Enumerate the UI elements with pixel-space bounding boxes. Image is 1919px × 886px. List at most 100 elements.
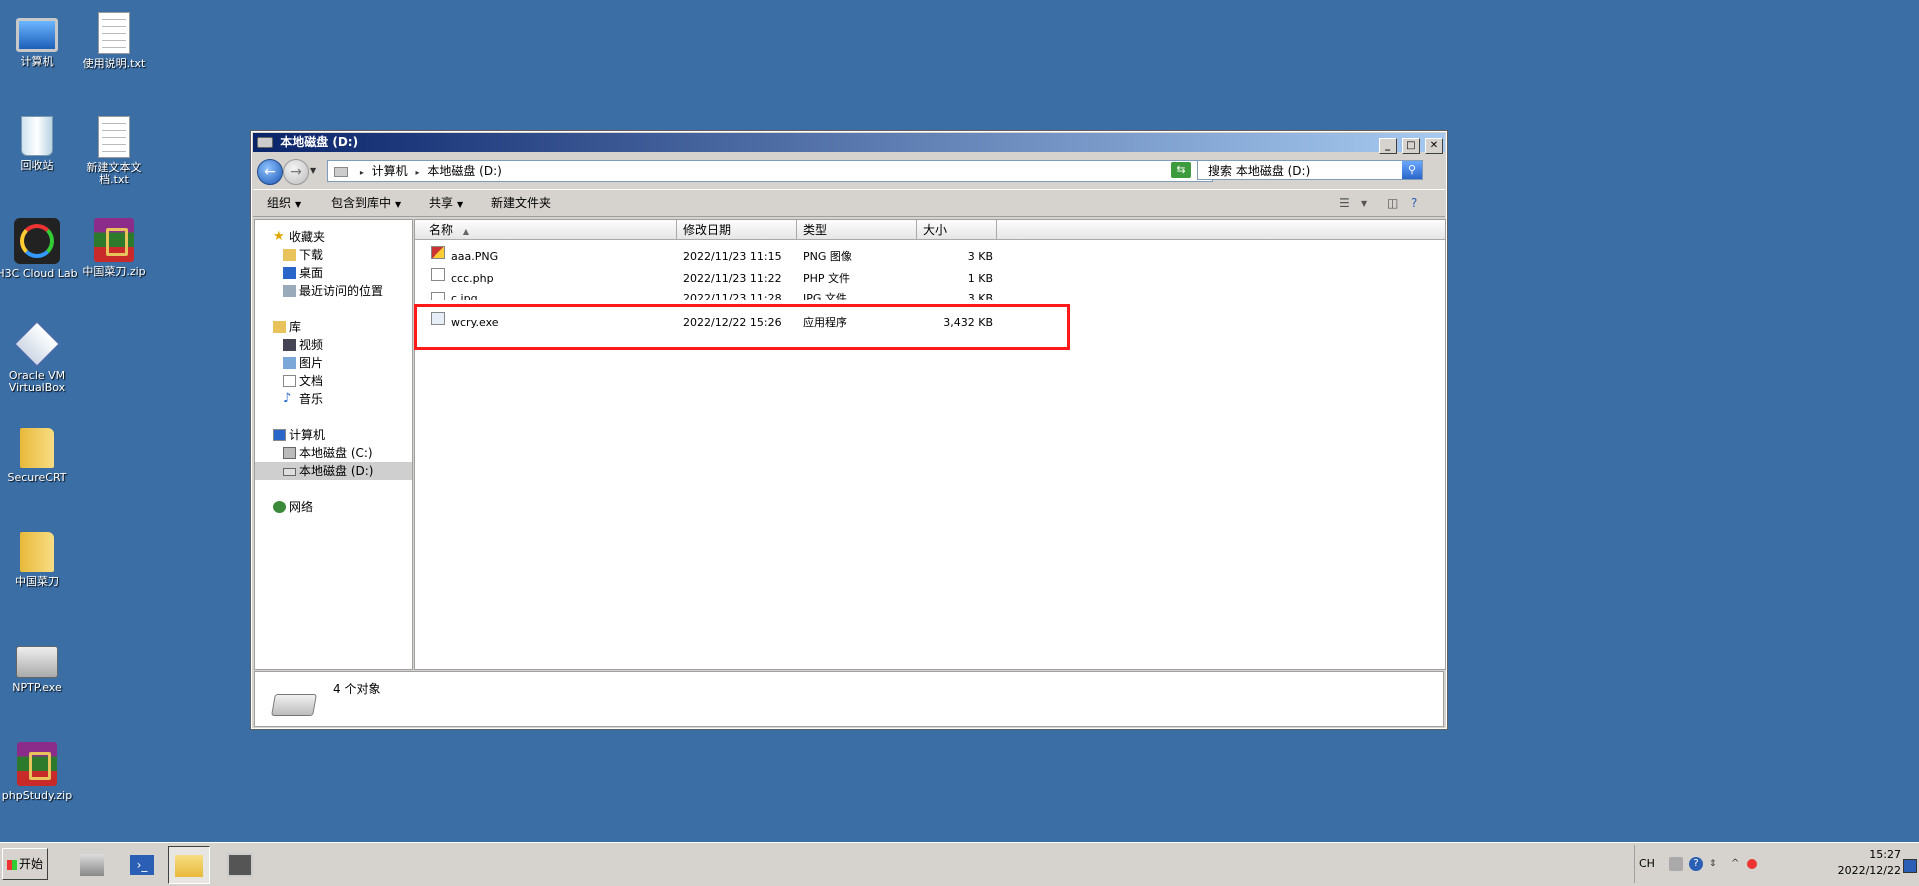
keyboard-icon[interactable] — [1669, 857, 1683, 871]
file-name: wcry.exe — [451, 316, 499, 329]
desktop-icon-caidao-folder[interactable]: 中国菜刀 — [0, 532, 79, 588]
nav-music[interactable]: ♪ 音乐 — [255, 390, 412, 408]
tray-arrows-icon[interactable]: ⇕ — [1709, 857, 1723, 871]
chevron-down-icon: ▼ — [457, 200, 464, 209]
share-button[interactable]: 共享 ▼ — [429, 190, 463, 216]
column-label: 大小 — [923, 223, 948, 237]
text-file-icon — [98, 12, 130, 54]
nav-label: 下载 — [299, 248, 324, 262]
file-size: 3 KB — [967, 250, 993, 263]
desktop-icon-phpstudy[interactable]: phpStudy.zip — [0, 742, 79, 802]
desktop-icon-caidao-zip[interactable]: 中国菜刀.zip — [72, 218, 156, 278]
clock-date: 2022/12/22 — [1837, 864, 1901, 877]
organize-button[interactable]: 组织 ▼ — [267, 190, 301, 216]
minimize-button[interactable]: _ — [1378, 138, 1397, 154]
desktop-icon-securecrt[interactable]: SecureCRT — [0, 428, 79, 484]
nav-computer[interactable]: 计算机 — [255, 426, 412, 444]
nav-downloads[interactable]: 下载 — [255, 246, 412, 264]
language-indicator[interactable]: CH — [1639, 857, 1655, 870]
nav-favorites[interactable]: ★ 收藏夹 — [255, 228, 412, 246]
desktop-icon-virtualbox[interactable]: Oracle VM VirtualBox — [0, 320, 79, 394]
clock[interactable]: 15:27 2022/12/22 — [1838, 847, 1901, 879]
drive-icon — [271, 694, 317, 716]
chevron-up-icon[interactable]: ^ — [1731, 857, 1745, 871]
preview-pane-icon[interactable]: ◫ — [1387, 196, 1398, 210]
file-name: ccc.php — [451, 272, 494, 285]
drive-icon — [283, 468, 296, 476]
rar-archive-icon — [17, 742, 57, 786]
star-icon: ★ — [273, 229, 285, 244]
new-folder-label: 新建文件夹 — [491, 196, 552, 210]
forward-button[interactable]: → — [283, 159, 309, 185]
file-type: JPG 文件 — [803, 292, 847, 300]
title-bar[interactable]: 本地磁盘 (D:) _ □ ✕ — [253, 133, 1445, 154]
close-button[interactable]: ✕ — [1425, 138, 1443, 154]
desktop-icon-label: 使用说明.txt — [82, 57, 146, 70]
maximize-button[interactable]: □ — [1401, 138, 1420, 154]
breadcrumb-computer[interactable]: 计算机 — [372, 164, 408, 178]
nav-desktop[interactable]: 桌面 — [255, 264, 412, 282]
table-row[interactable]: aaa.PNG 2022/11/23 11:15 PNG 图像 3 KB — [415, 246, 1445, 268]
desktop-icon-recycle-bin[interactable]: 回收站 — [0, 116, 79, 172]
column-header-modified[interactable]: 修改日期 — [677, 220, 797, 240]
file-type: PNG 图像 — [803, 250, 852, 263]
chevron-down-icon: ▼ — [295, 200, 302, 209]
address-bar[interactable]: ▸ 计算机 ▸ 本地磁盘 (D:) ▼ — [327, 160, 1213, 182]
nav-pictures[interactable]: 图片 — [255, 354, 412, 372]
chevron-down-icon[interactable]: ▼ — [1361, 199, 1367, 208]
taskbar-server-manager[interactable] — [72, 846, 112, 882]
desktop-icon-label: 中国菜刀.zip — [82, 265, 146, 278]
desktop-icon-nptp[interactable]: NPTP.exe — [0, 638, 79, 694]
sort-ascending-icon: ▲ — [462, 227, 469, 236]
nav-recent[interactable]: 最近访问的位置 — [255, 282, 412, 300]
nav-documents[interactable]: 文档 — [255, 372, 412, 390]
search-input[interactable]: 搜索 本地磁盘 (D:) ⚲ — [1197, 160, 1423, 180]
desktop-icon-computer[interactable]: 计算机 — [0, 12, 79, 68]
help-icon[interactable]: ? — [1411, 196, 1417, 210]
nav-network[interactable]: 网络 — [255, 498, 412, 516]
show-desktop-icon[interactable] — [1903, 859, 1917, 873]
breadcrumb-drive-d[interactable]: 本地磁盘 (D:) — [427, 164, 501, 178]
nav-label: 本地磁盘 (C:) — [299, 446, 373, 460]
view-options-icon[interactable]: ☰ — [1339, 196, 1350, 210]
nav-videos[interactable]: 视频 — [255, 336, 412, 354]
new-folder-button[interactable]: 新建文件夹 — [491, 190, 551, 216]
taskbar-app[interactable] — [220, 846, 260, 882]
windows-logo-icon — [6, 859, 17, 870]
file-modified: 2022/11/23 11:22 — [683, 272, 782, 285]
window-title: 本地磁盘 (D:) — [280, 135, 359, 149]
details-pane: 4 个对象 — [254, 671, 1444, 727]
chevron-right-icon[interactable]: ▸ — [416, 168, 420, 177]
desktop-icon-new-text[interactable]: 新建文本文档.txt — [72, 116, 156, 186]
include-in-library-button[interactable]: 包含到库中 ▼ — [331, 190, 401, 216]
column-header-name[interactable]: 名称 ▲ — [415, 220, 677, 240]
taskbar-powershell[interactable]: ›_ — [122, 846, 162, 882]
start-button[interactable]: 开始 — [2, 848, 48, 880]
hcl-icon — [14, 218, 60, 264]
back-button[interactable]: ← — [257, 159, 283, 185]
folder-icon — [20, 428, 54, 468]
taskbar-explorer[interactable] — [168, 846, 210, 884]
window-app-icon — [227, 852, 253, 877]
table-row[interactable]: c.jpg 2022/11/23 11:28 JPG 文件 3 KB — [415, 290, 1445, 300]
help-icon[interactable]: ? — [1689, 857, 1703, 871]
desktop-icon-label: 中国菜刀 — [15, 575, 59, 588]
nav-drive-d[interactable]: 本地磁盘 (D:) — [255, 462, 412, 480]
column-header-size[interactable]: 大小 — [917, 220, 997, 240]
chevron-right-icon[interactable]: ▸ — [360, 168, 364, 177]
nav-drive-c[interactable]: 本地磁盘 (C:) — [255, 444, 412, 462]
nav-label: 音乐 — [299, 392, 324, 406]
nav-libraries[interactable]: 库 — [255, 318, 412, 336]
refresh-button[interactable]: ⇆ — [1171, 162, 1191, 178]
file-type: 应用程序 — [803, 316, 847, 329]
history-dropdown-icon[interactable]: ▼ — [310, 166, 316, 175]
column-header-type[interactable]: 类型 — [797, 220, 917, 240]
desktop-icon-hcl[interactable]: H3C Cloud Lab — [0, 218, 79, 280]
table-row[interactable]: wcry.exe 2022/12/22 15:26 应用程序 3,432 KB — [415, 312, 1445, 334]
nav-label: 网络 — [289, 500, 314, 514]
desktop-icon-readme[interactable]: 使用说明.txt — [72, 12, 156, 70]
table-row[interactable]: ccc.php 2022/11/23 11:22 PHP 文件 1 KB — [415, 268, 1445, 290]
navigation-pane: ★ 收藏夹 下载 桌面 最近访问的位置 库 视频 图片 文档 ♪ 音乐 计算机 … — [254, 219, 413, 670]
search-icon[interactable]: ⚲ — [1402, 161, 1422, 179]
volume-muted-icon[interactable] — [1747, 859, 1757, 869]
